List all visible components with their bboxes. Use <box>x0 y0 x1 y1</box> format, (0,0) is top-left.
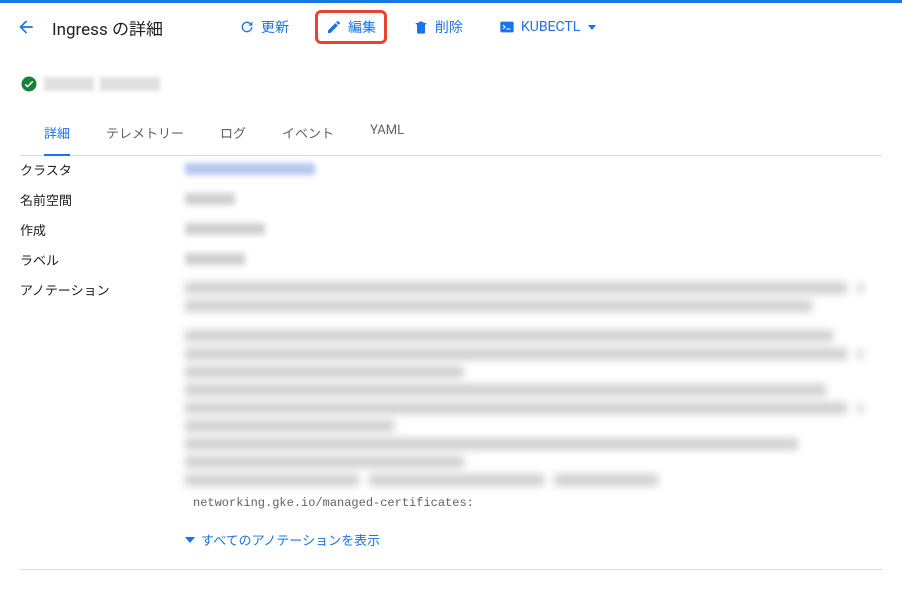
tab-events[interactable]: イベント <box>282 111 334 155</box>
field-cluster-value <box>185 156 882 186</box>
tab-logs[interactable]: ログ <box>220 111 246 155</box>
refresh-label: 更新 <box>261 17 289 37</box>
field-cluster-label: クラスタ <box>20 156 185 186</box>
back-button[interactable] <box>16 17 36 37</box>
edit-label: 編集 <box>348 17 376 37</box>
chevron-down-icon <box>185 537 195 543</box>
kubectl-button[interactable]: KUBECTL <box>489 13 606 41</box>
field-labels-value <box>185 246 882 276</box>
status-row <box>20 75 882 93</box>
field-created-value <box>185 216 882 246</box>
delete-button[interactable]: 削除 <box>403 11 473 43</box>
tabs: 詳細 テレメトリー ログ イベント YAML <box>20 111 882 156</box>
field-annotations-label: アノテーション <box>20 276 185 514</box>
field-namespace-label: 名前空間 <box>20 186 185 216</box>
kubectl-label: KUBECTL <box>521 19 580 35</box>
show-all-label: すべてのアノテーションを表示 <box>201 530 380 549</box>
tab-yaml[interactable]: YAML <box>370 111 404 155</box>
tab-details[interactable]: 詳細 <box>44 111 70 156</box>
edit-button[interactable]: 編集 <box>315 10 387 44</box>
resource-name-redacted <box>100 77 160 91</box>
page-title: Ingress の詳細 <box>52 15 163 40</box>
chevron-down-icon <box>588 25 596 30</box>
annotation-managed-certificates: networking.gke.io/managed-certificates: <box>185 492 882 514</box>
field-labels-label: ラベル <box>20 246 185 276</box>
status-ok-icon <box>20 75 38 93</box>
delete-label: 削除 <box>435 17 463 37</box>
field-created-label: 作成 <box>20 216 185 246</box>
field-namespace-value <box>185 186 882 216</box>
tab-telemetry[interactable]: テレメトリー <box>106 111 184 155</box>
field-annotations-value: 3 2 2 networking.gke.io/managed-certific… <box>185 276 882 514</box>
show-all-annotations-button[interactable]: すべてのアノテーションを表示 <box>185 514 882 565</box>
resource-name-redacted <box>44 77 94 91</box>
refresh-button[interactable]: 更新 <box>229 11 299 43</box>
divider <box>20 569 882 570</box>
